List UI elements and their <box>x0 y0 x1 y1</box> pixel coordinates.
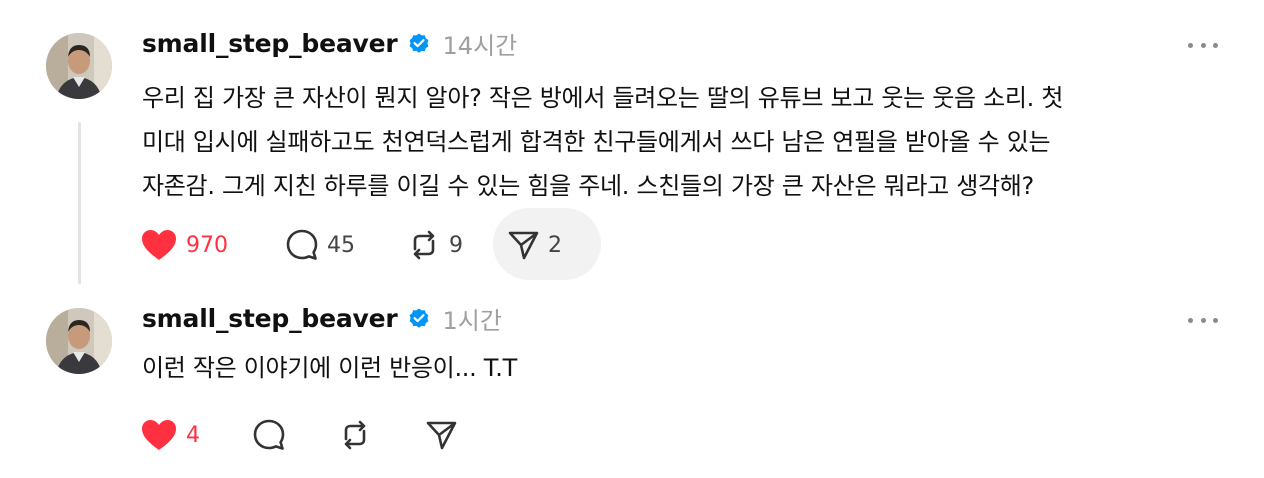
post-text-line: 우리 집 가장 큰 자산이 뭔지 알아? 작은 방에서 들려오는 딸의 유튜브 … <box>142 84 1064 112</box>
heart-icon <box>142 230 176 260</box>
share-icon <box>508 231 539 260</box>
more-icon[interactable] <box>1188 310 1218 330</box>
comment-icon <box>286 229 318 260</box>
repost-icon <box>413 230 435 260</box>
share-icon <box>426 421 457 450</box>
more-icon[interactable] <box>1188 35 1218 55</box>
post-header: small_step_beaver 1시간 <box>142 301 502 336</box>
comment-count: 45 <box>327 232 355 258</box>
share-count: 2 <box>548 232 562 258</box>
repost-icon <box>344 420 366 450</box>
repost-button[interactable]: 9 <box>407 223 515 267</box>
share-button[interactable]: 2 <box>506 223 586 267</box>
comment-button[interactable]: 45 <box>285 223 407 267</box>
post-time[interactable]: 14시간 <box>443 26 518 61</box>
action-bar: 4 <box>140 413 484 457</box>
heart-icon <box>142 420 176 450</box>
verified-badge-icon <box>409 33 428 53</box>
post-time[interactable]: 1시간 <box>443 301 502 336</box>
post-header: small_step_beaver 14시간 <box>142 26 518 61</box>
post-text-line: 미대 입시에 실패하고도 천연덕스럽게 합격한 친구들에게서 쓰다 남은 연필을… <box>142 128 1051 156</box>
like-count: 4 <box>186 422 200 448</box>
comment-button[interactable] <box>252 413 338 457</box>
post-text: 이런 작은 이야기에 이런 반응이... T.T <box>142 346 1232 390</box>
repost-count: 9 <box>449 232 463 258</box>
like-button[interactable]: 970 <box>140 223 270 267</box>
post-text-line: 이런 작은 이야기에 이런 반응이... T.T <box>142 354 517 382</box>
action-bar: 970 45 9 2 <box>140 223 586 267</box>
username[interactable]: small_step_beaver <box>142 29 398 58</box>
post-text-line: 자존감. 그게 지친 하루를 이길 수 있는 힘을 주네. 스친들의 가장 큰 … <box>142 172 1034 200</box>
comment-icon <box>253 419 285 450</box>
avatar[interactable] <box>46 308 112 374</box>
repost-button[interactable] <box>338 413 424 457</box>
like-count: 970 <box>186 232 228 258</box>
username[interactable]: small_step_beaver <box>142 304 398 333</box>
avatar[interactable] <box>46 33 112 99</box>
like-button[interactable]: 4 <box>140 413 252 457</box>
share-button[interactable] <box>424 413 484 457</box>
verified-badge-icon <box>409 308 428 328</box>
post-text: 우리 집 가장 큰 자산이 뭔지 알아? 작은 방에서 들려오는 딸의 유튜브 … <box>142 76 1232 208</box>
thread-line <box>78 122 81 284</box>
